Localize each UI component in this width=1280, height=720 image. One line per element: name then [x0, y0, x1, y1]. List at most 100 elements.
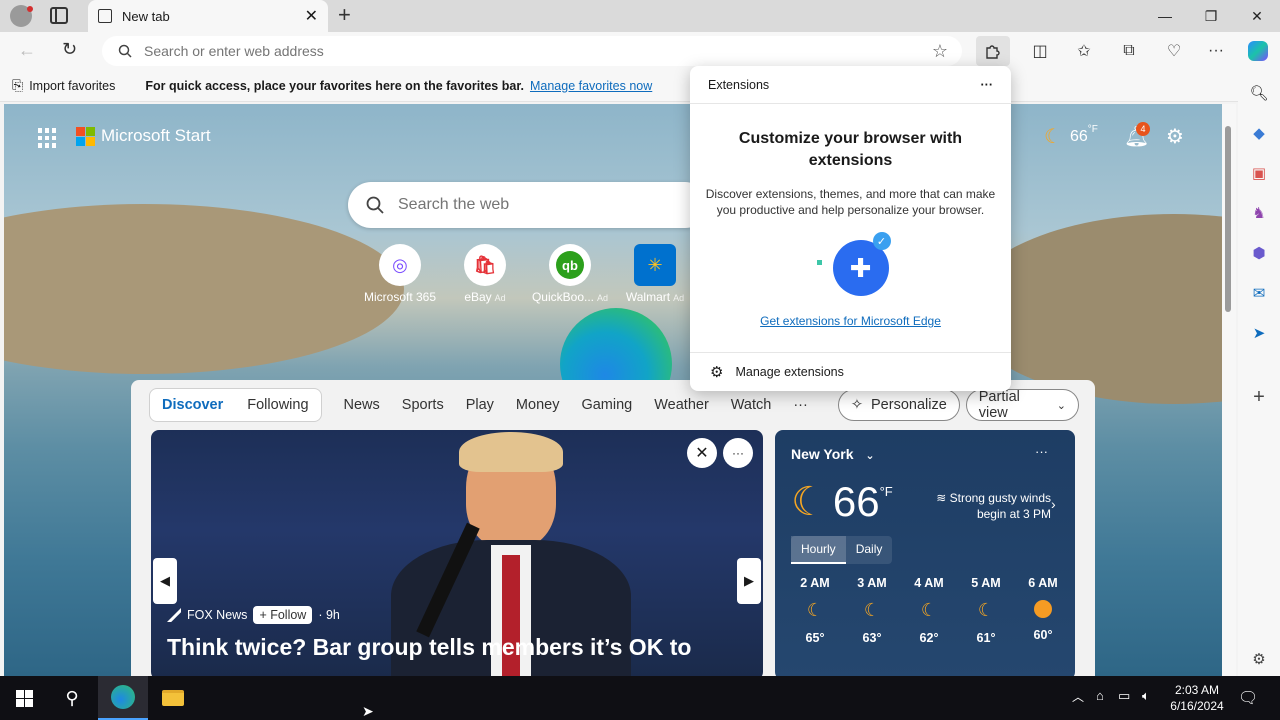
taskbar-edge-button[interactable]: [98, 676, 148, 720]
tab-title: New tab: [122, 8, 170, 24]
import-icon: ⎘: [12, 77, 24, 93]
story-headline[interactable]: Think twice? Bar group tells members it’…: [167, 634, 691, 661]
extensions-description: Discover extensions, themes, and more th…: [705, 187, 996, 217]
nav-money[interactable]: Money: [516, 397, 560, 413]
sidebar-add-icon[interactable]: +: [1246, 384, 1272, 410]
split-screen-icon[interactable]: ◫: [1026, 38, 1054, 64]
collections-icon[interactable]: ⧉: [1115, 38, 1143, 64]
close-tab-icon[interactable]: ✕: [305, 6, 318, 26]
tab-new-tab[interactable]: New tab ✕: [88, 0, 328, 32]
sidebar-outlook-icon[interactable]: ✉: [1246, 280, 1272, 306]
quick-link-ebay[interactable]: 🛍︎ eBay Ad: [440, 244, 530, 304]
clock-date: 6/16/2024: [1170, 699, 1224, 713]
nav-gaming[interactable]: Gaming: [581, 397, 632, 413]
weather-location[interactable]: New York ⌄: [791, 446, 875, 462]
feed-toggle: Discover Following: [149, 388, 322, 422]
sidebar-search-icon[interactable]: 🔍︎: [1246, 80, 1272, 106]
extensions-button[interactable]: [976, 36, 1010, 66]
settings-more-icon[interactable]: ···: [1202, 38, 1230, 64]
nav-news[interactable]: News: [344, 397, 380, 413]
carousel-prev-button[interactable]: ◀: [153, 558, 177, 604]
notifications-button[interactable]: 🔔︎ 4: [1124, 122, 1150, 149]
hour-item: 2 AM ☾ 65°: [789, 576, 841, 645]
carousel-next-button[interactable]: ▶: [737, 558, 761, 604]
start-button[interactable]: [0, 676, 48, 720]
nav-weather[interactable]: Weather: [654, 397, 709, 413]
nav-play[interactable]: Play: [466, 397, 494, 413]
restore-button[interactable]: ❐: [1188, 0, 1234, 32]
address-input[interactable]: [144, 43, 904, 59]
hero-story-card[interactable]: ✕ ··· ◀ ▶ FOX News + Follow · 9h Think t…: [151, 430, 763, 676]
sidebar-shopping-icon[interactable]: ◆: [1246, 120, 1272, 146]
follow-button[interactable]: + Follow: [253, 606, 313, 624]
dismiss-story-button[interactable]: ✕: [687, 438, 717, 468]
browser-essentials-icon[interactable]: ♡: [1160, 38, 1188, 64]
tab-hourly[interactable]: Hourly: [791, 536, 846, 564]
weather-chip[interactable]: ☾ 66 °F: [1044, 124, 1098, 149]
tab-following[interactable]: Following: [235, 397, 320, 413]
story-more-button[interactable]: ···: [723, 438, 753, 468]
sidebar-tools-icon[interactable]: ▣: [1246, 160, 1272, 186]
copilot-icon[interactable]: [1244, 38, 1272, 64]
moon-icon: ☾: [1044, 126, 1062, 148]
sidebar-drop-icon[interactable]: ➤: [1246, 320, 1272, 346]
import-favorites-button[interactable]: Import favorites: [29, 79, 115, 93]
quick-link-microsoft365[interactable]: ◎ Microsoft 365: [355, 244, 445, 304]
new-tab-button[interactable]: +: [338, 2, 351, 28]
tray-monitor-icon[interactable]: ▭: [1118, 688, 1130, 704]
personalize-button[interactable]: ✧ Personalize: [837, 389, 960, 421]
weather-current: ☾ 66 °F: [791, 478, 893, 526]
back-button[interactable]: ←: [18, 40, 36, 61]
close-window-button[interactable]: ✕: [1234, 0, 1280, 32]
tab-daily[interactable]: Daily: [846, 536, 893, 564]
web-search-box[interactable]: [348, 182, 708, 228]
quick-link-label: QuickBoo...: [531, 290, 594, 304]
clock[interactable]: 2:03 AM 6/16/2024: [1166, 682, 1228, 714]
sidebar-games-icon[interactable]: ♞: [1246, 200, 1272, 226]
page-scrollbar[interactable]: [1222, 104, 1236, 676]
web-search-input[interactable]: [398, 196, 678, 214]
hour-temp: 65°: [805, 631, 825, 645]
nav-watch[interactable]: Watch: [731, 397, 772, 413]
extensions-title: Extensions: [708, 77, 770, 92]
tray-chevron-icon[interactable]: ︿: [1072, 688, 1084, 705]
weather-more-button[interactable]: ···: [1035, 444, 1048, 459]
microsoft-start-logo[interactable]: Microsoft Start: [76, 126, 211, 146]
extensions-more-button[interactable]: ···: [981, 78, 994, 92]
sidebar-m365-icon[interactable]: ⬢: [1246, 240, 1272, 266]
taskbar-explorer-button[interactable]: [148, 676, 198, 720]
quick-link-label: eBay: [464, 290, 492, 304]
tab-actions-icon[interactable]: [50, 7, 68, 24]
address-bar[interactable]: ☆: [102, 36, 962, 66]
manage-extensions-item[interactable]: ⚙ Manage extensions: [690, 352, 1011, 390]
extensions-header: Extensions ···: [690, 66, 1011, 104]
hour-temp: 61°: [976, 631, 996, 645]
favorites-icon[interactable]: ✩: [1070, 38, 1098, 64]
quick-link-quickbooks[interactable]: qb QuickBoo... Ad: [525, 244, 615, 304]
favorite-star-icon[interactable]: ☆: [932, 41, 948, 62]
refresh-button[interactable]: ↻: [62, 39, 77, 60]
alert-chevron-icon[interactable]: ›: [1051, 496, 1056, 512]
tray-network-icon[interactable]: ⌂: [1096, 688, 1104, 703]
notification-center-icon[interactable]: 🗨︎: [1238, 688, 1258, 708]
view-label: Partial view: [978, 389, 1020, 421]
hourly-forecast: 2 AM ☾ 65° 3 AM ☾ 63° 4 AM ☾ 62° 5 AM ☾ 61° 6 AM…: [789, 576, 1069, 645]
nav-more-button[interactable]: ···: [793, 397, 808, 413]
partial-view-dropdown[interactable]: Partial view ⌄: [965, 389, 1079, 421]
taskbar-search-icon[interactable]: ⚲: [48, 676, 96, 720]
apps-grid-icon[interactable]: [38, 128, 58, 148]
tab-discover[interactable]: Discover: [150, 397, 235, 413]
manage-favorites-link[interactable]: Manage favorites now: [530, 79, 652, 93]
hour-time: 2 AM: [800, 576, 830, 590]
nav-sports[interactable]: Sports: [402, 397, 444, 413]
weather-alert[interactable]: ≋ Strong gusty winds begin at 3 PM: [923, 490, 1051, 522]
quick-link-walmart[interactable]: ✳ Walmart Ad: [610, 244, 700, 304]
tray-volume-icon[interactable]: 🔈︎: [1142, 688, 1150, 704]
mouse-cursor-icon: ➤: [362, 703, 374, 719]
get-extensions-link[interactable]: Get extensions for Microsoft Edge: [690, 314, 1011, 328]
weather-card[interactable]: New York ⌄ ··· ☾ 66 °F ≋ Strong gusty wi…: [775, 430, 1075, 676]
sidebar-settings-icon[interactable]: ⚙: [1246, 646, 1272, 672]
minimize-button[interactable]: —: [1142, 0, 1188, 32]
page-settings-gear-icon[interactable]: ⚙: [1166, 124, 1184, 149]
profile-icon[interactable]: [10, 5, 33, 27]
